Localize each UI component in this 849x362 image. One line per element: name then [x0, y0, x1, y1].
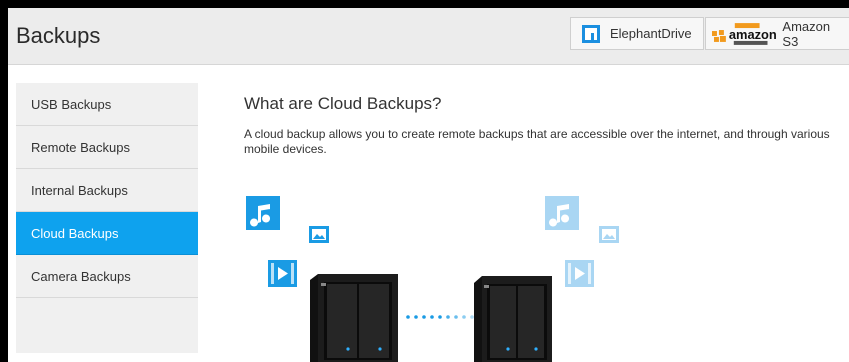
cloud-backup-illustration — [246, 196, 619, 362]
backup-type-sidebar: USB Backups Remote Backups Internal Back… — [16, 83, 198, 353]
elephantdrive-label: ElephantDrive — [610, 26, 692, 41]
nas-device-icon — [474, 276, 552, 362]
elephantdrive-icon — [582, 24, 600, 43]
elephantdrive-tab[interactable]: ElephantDrive — [570, 17, 704, 50]
sidebar-item-cloud-backups[interactable]: Cloud Backups — [16, 212, 198, 255]
sidebar-item-internal-backups[interactable]: Internal Backups — [16, 169, 198, 212]
content-description: A cloud backup allows you to create remo… — [244, 127, 830, 156]
sidebar-item-camera-backups[interactable]: Camera Backups — [16, 255, 198, 298]
header-bar: Backups ElephantDrive amazon Amazon S3 — [8, 8, 849, 65]
music-icon — [246, 196, 280, 230]
page-title: Backups — [16, 23, 101, 48]
sidebar-item-remote-backups[interactable]: Remote Backups — [16, 126, 198, 169]
image-icon — [599, 226, 619, 243]
nas-device-icon — [310, 274, 398, 362]
video-icon — [565, 260, 594, 287]
music-icon — [545, 196, 579, 230]
connection-dots — [406, 315, 474, 319]
amazon-logo-text: amazon — [729, 26, 777, 41]
sidebar-item-usb-backups[interactable]: USB Backups — [16, 83, 198, 126]
video-icon — [268, 260, 297, 287]
image-icon — [309, 226, 329, 243]
content-title: What are Cloud Backups? — [244, 94, 442, 113]
amazon-s3-tab[interactable]: amazon Amazon S3 — [705, 17, 849, 50]
amazon-web-services-logo: amazon — [712, 22, 777, 45]
backups-window: Backups ElephantDrive amazon Amazon S3 U… — [8, 8, 849, 362]
amazon-s3-label: Amazon S3 — [782, 18, 831, 49]
